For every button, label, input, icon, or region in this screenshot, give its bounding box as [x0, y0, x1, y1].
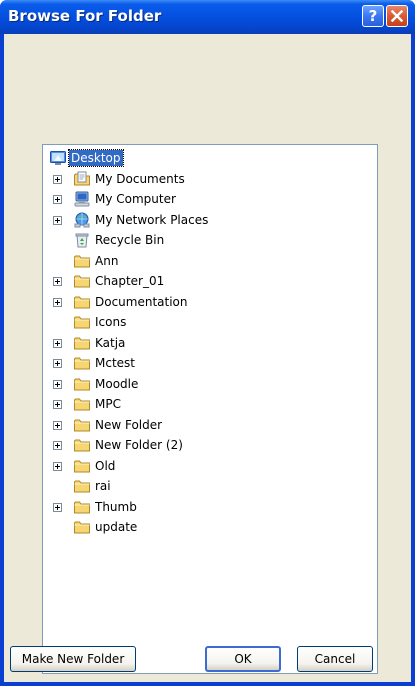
help-button[interactable]: ? — [362, 5, 384, 27]
tree-item[interactable]: Mctest — [43, 353, 377, 373]
tree-item-label: Chapter_01 — [95, 274, 165, 288]
tree-item[interactable]: New Folder (2) — [43, 435, 377, 455]
tree-item-label: Moodle — [95, 376, 139, 391]
tree-item[interactable]: Moodle — [43, 374, 377, 394]
tree-item-label: rai — [95, 479, 111, 493]
expand-icon[interactable] — [53, 502, 62, 512]
expand-icon[interactable] — [53, 400, 62, 409]
desktop-icon — [49, 149, 67, 167]
expand-icon[interactable] — [53, 338, 62, 348]
expand-icon[interactable] — [53, 441, 62, 450]
tree-item-label: Desktop — [68, 149, 124, 167]
dialog-body: Desktop My Documents My Computer My Network… — [4, 34, 411, 682]
tree-item[interactable]: My Network Places — [43, 210, 377, 230]
tree-item-label: Mctest — [95, 356, 135, 370]
folder-icon — [73, 334, 91, 352]
tree-item[interactable]: My Documents — [43, 169, 377, 189]
title-bar[interactable]: Browse For Folder ? — [0, 0, 415, 34]
folder-icon — [73, 272, 91, 290]
tree-item[interactable]: Ann — [43, 251, 377, 271]
tree-item-label: New Folder (2) — [95, 438, 183, 452]
expand-icon[interactable] — [53, 379, 62, 389]
expand-icon[interactable] — [53, 461, 62, 471]
expand-icon[interactable] — [53, 195, 62, 204]
tree-item-label: Icons — [95, 315, 127, 329]
tree-item[interactable]: Desktop — [43, 148, 377, 168]
expand-icon[interactable] — [53, 277, 62, 286]
network-places-icon — [73, 211, 91, 229]
tree-item[interactable]: rai — [43, 476, 377, 496]
tree-item-label: My Documents — [95, 171, 185, 186]
tree-item[interactable]: Icons — [43, 312, 377, 332]
folder-icon — [73, 395, 91, 413]
tree-item[interactable]: MPC — [43, 394, 377, 414]
folder-tree[interactable]: Desktop My Documents My Computer My Network… — [42, 144, 378, 674]
folder-icon — [73, 354, 91, 372]
expand-icon[interactable] — [53, 215, 62, 225]
folder-icon — [73, 477, 91, 495]
expand-icon[interactable] — [53, 297, 62, 307]
tree-item-label: My Network Places — [95, 212, 209, 227]
folder-icon — [73, 416, 91, 434]
folder-icon — [73, 436, 91, 454]
cancel-button[interactable]: Cancel — [297, 646, 373, 672]
tree-item-label: My Computer — [95, 192, 176, 206]
tree-item[interactable]: Chapter_01 — [43, 271, 377, 291]
folder-icon — [73, 313, 91, 331]
expand-icon[interactable] — [53, 420, 62, 430]
expand-icon[interactable] — [53, 359, 62, 368]
tree-item[interactable]: update — [43, 517, 377, 537]
folder-icon — [73, 457, 91, 475]
tree-item[interactable]: Recycle Bin — [43, 230, 377, 250]
recycle-bin-icon — [73, 231, 91, 249]
tree-item-label: update — [95, 520, 138, 534]
tree-item[interactable]: My Computer — [43, 189, 377, 209]
tree-item[interactable]: Katja — [43, 333, 377, 353]
tree-item-label: Recycle Bin — [95, 233, 165, 247]
tree-item-label: Katja — [95, 335, 126, 350]
browse-for-folder-dialog: Browse For Folder ? Desktop My Documents M… — [0, 0, 415, 686]
dialog-title: Browse For Folder — [8, 7, 162, 25]
close-icon — [391, 10, 403, 22]
folder-icon — [73, 375, 91, 393]
folder-icon — [73, 293, 91, 311]
tree-item[interactable]: Documentation — [43, 292, 377, 312]
folder-icon — [73, 498, 91, 516]
tree-item-label: New Folder — [95, 417, 163, 432]
folder-icon — [73, 518, 91, 536]
make-new-folder-button[interactable]: Make New Folder — [10, 646, 136, 672]
tree-item-label: Ann — [95, 253, 119, 268]
tree-item-label: Thumb — [95, 499, 137, 514]
tree-item-label: Old — [95, 458, 116, 473]
my-computer-icon — [73, 190, 91, 208]
my-documents-icon — [73, 170, 91, 188]
close-button[interactable] — [386, 5, 408, 27]
tree-item-label: MPC — [95, 397, 121, 411]
ok-button[interactable]: OK — [205, 646, 281, 672]
folder-icon — [73, 252, 91, 270]
tree-item[interactable]: Thumb — [43, 497, 377, 517]
tree-item[interactable]: Old — [43, 456, 377, 476]
expand-icon[interactable] — [53, 174, 62, 184]
tree-item-label: Documentation — [95, 294, 188, 309]
tree-item[interactable]: New Folder — [43, 415, 377, 435]
